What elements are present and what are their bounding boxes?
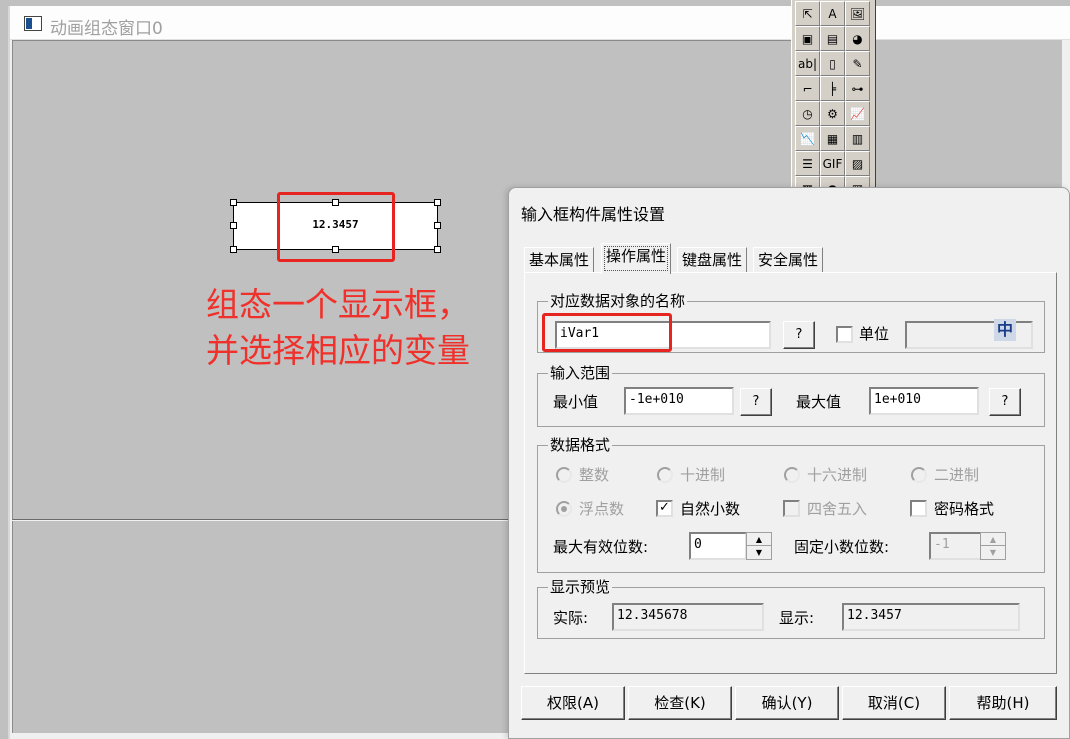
input-box-tool-icon[interactable]: ab| [795,51,820,76]
display-value-field: 12.3457 [842,603,1020,631]
password-format-label: 密码格式 [934,500,995,518]
radio-hex-label: 十六进制 [807,466,868,484]
radio-binary-label: 二进制 [934,466,980,484]
report-tool-icon[interactable]: ▥ [845,126,870,151]
radio-integer-label: 整数 [579,466,610,484]
line-tool-icon[interactable]: ⌐ [795,76,820,101]
min-value-input[interactable]: -1e+010 [624,387,734,415]
check-button[interactable]: 检查(K) [628,686,732,720]
max-value-input[interactable]: 1e+010 [869,387,979,415]
variable-browse-button[interactable]: ? [783,321,815,349]
help-button[interactable]: 帮助(H) [949,686,1057,720]
toolbox-grid: ⇱A🖼▣▤◕ab|▯✎⌐╞⊶◷⚙📈📉▦▥☰GIF▨▩●▧ [795,1,870,201]
selection-handle[interactable] [230,246,237,253]
dialog-title: 输入框构件属性设置 [521,205,666,224]
window-title: 动画组态窗口0 [50,19,163,39]
flow-tool-icon[interactable]: ✎ [845,51,870,76]
actual-value-field: 12.345678 [612,603,764,631]
table-tool-icon[interactable]: ▦ [820,126,845,151]
standard-button-tool-icon[interactable]: ▣ [795,26,820,51]
cancel-button[interactable]: 取消(C) [842,686,946,720]
natural-decimal-checkbox[interactable]: ✓ [656,500,673,517]
step-line-tool-icon[interactable]: ╞ [820,76,845,101]
radio-hex [784,467,800,483]
tab-security[interactable]: 安全属性 [753,247,824,273]
selection-handle[interactable] [230,199,237,206]
radio-float-label: 浮点数 [579,500,625,518]
selection-handle[interactable] [434,199,441,206]
radio-decimal-label: 十进制 [680,466,726,484]
valve-tool-icon[interactable]: ⊶ [845,76,870,101]
graph-tool-icon[interactable]: ◕ [845,26,870,51]
display-value-label: 显示: [779,609,815,627]
natural-decimal-label: 自然小数 [680,500,741,518]
min-value-label: 最小值 [553,393,599,411]
group-input-range-label: 输入范围 [548,364,613,382]
pointer-tool-icon[interactable]: ⇱ [795,1,820,26]
max-digits-spinner[interactable]: ▲ ▼ [746,532,772,560]
annotation-line-2: 并选择相应的变量 [206,331,470,370]
radio-float [556,501,572,517]
radio-integer [556,467,572,483]
tab-operation[interactable]: 操作属性 [601,243,672,274]
tab-keyboard[interactable]: 键盘属性 [677,247,748,273]
selection-handle[interactable] [434,246,441,253]
list-tool-icon[interactable]: ☰ [795,151,820,176]
fixed-decimals-spinner: ▲ ▼ [980,532,1006,560]
round-label: 四舍五入 [807,500,868,518]
selection-handle[interactable] [230,222,237,229]
min-value-browse-button[interactable]: ? [740,388,772,416]
rotary-tool-icon[interactable]: ⚙ [820,101,845,126]
max-digits-spin-up-icon[interactable]: ▲ [747,533,771,546]
trend-tool-icon[interactable]: 📈 [845,101,870,126]
slider-tool-icon[interactable]: ▯ [820,51,845,76]
highlight-display-box [277,192,395,262]
tab-basic[interactable]: 基本属性 [524,247,595,273]
selection-handle[interactable] [434,222,441,229]
annotation-text: 组态一个显示框， 并选择相应的变量 [206,282,470,374]
permission-button[interactable]: 权限(A) [521,686,625,720]
radio-decimal [657,467,673,483]
group-data-object-label: 对应数据对象的名称 [548,292,688,310]
actual-value-label: 实际: [553,609,589,627]
group-data-format-label: 数据格式 [548,436,613,454]
unit-label: 单位 [859,325,890,343]
curve-tool-icon[interactable]: ▨ [845,151,870,176]
max-digits-label: 最大有效位数: [553,538,649,556]
max-digits-spin-down-icon[interactable]: ▼ [747,546,771,559]
fixed-decimals-spin-up-icon: ▲ [981,533,1005,546]
radio-binary [911,467,927,483]
max-value-label: 最大值 [796,393,842,411]
motion-button-tool-icon[interactable]: ▤ [820,26,845,51]
group-preview-label: 显示预览 [548,578,613,596]
window-title-bar[interactable]: 动画组态窗口0 [10,6,1070,40]
bitmap-tool-icon[interactable]: 🖼 [845,1,870,26]
history-curve-tool-icon[interactable]: 📉 [795,126,820,151]
round-checkbox [783,500,800,517]
gif-tool-icon[interactable]: GIF [820,151,845,176]
max-value-browse-button[interactable]: ? [989,388,1021,416]
screen: { "mdi_window": { "title": "动画组态窗口0" }, … [0,0,1070,739]
annotation-line-1: 组态一个显示框， [206,285,470,324]
max-digits-input[interactable]: 0 [689,532,747,560]
password-format-checkbox[interactable] [910,500,927,517]
text-tool-icon[interactable]: A [820,1,845,26]
input-box-properties-dialog: 输入框构件属性设置 基本属性 操作属性 键盘属性 安全属性 对应数据对象的名称 … [508,187,1070,739]
meter-tool-icon[interactable]: ◷ [795,101,820,126]
window-icon [24,16,42,31]
fixed-decimals-label: 固定小数位数: [794,538,890,556]
unit-checkbox[interactable] [836,326,853,343]
highlight-variable-input [542,313,672,352]
ime-indicator-icon: 中 [994,319,1016,341]
fixed-decimals-input: -1 [929,532,985,560]
toolbox-panel: ⇱A🖼▣▤◕ab|▯✎⌐╞⊶◷⚙📈📉▦▥☰GIF▨▩●▧ [791,0,876,201]
fixed-decimals-spin-down-icon: ▼ [989,548,997,557]
ok-button[interactable]: 确认(Y) [735,686,839,720]
